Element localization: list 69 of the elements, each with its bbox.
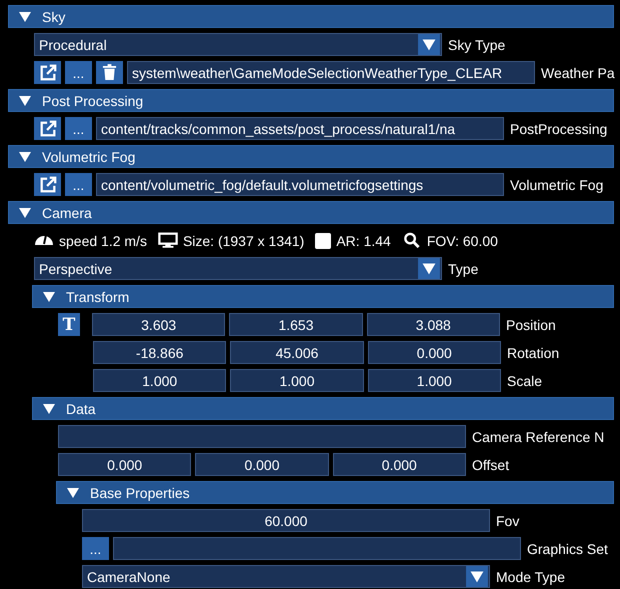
property-label: Volumetric Fog — [510, 176, 604, 192]
gauge-icon — [34, 235, 54, 246]
property-label: Scale — [507, 372, 542, 388]
section-title: Post Processing — [42, 92, 144, 108]
property-label: Camera Reference N — [472, 428, 604, 444]
browse-button[interactable]: ... — [65, 173, 92, 196]
stat-text: Size: (1937 x 1341) — [182, 232, 304, 248]
section-header[interactable]: Post Processing — [8, 89, 614, 112]
dropdown[interactable]: Procedural — [34, 33, 442, 56]
property-label: Type — [448, 260, 478, 276]
property-label: Offset — [472, 456, 510, 472]
section-header[interactable]: Base Properties — [56, 481, 614, 504]
path-field[interactable]: content/volumetric_fog/default.volumetricfogsettings — [96, 173, 504, 196]
external-link-icon — [38, 64, 56, 82]
external-link-icon — [38, 176, 56, 194]
property-label: Mode Type — [496, 568, 566, 584]
number-field[interactable]: 0.000 — [58, 453, 192, 476]
section-header[interactable]: Camera — [8, 201, 614, 224]
stat-text: AR: 1.44 — [336, 232, 391, 248]
property-label: PostProcessing — [510, 120, 608, 136]
section-header[interactable]: Volumetric Fog — [8, 145, 614, 168]
external-link-icon — [38, 120, 56, 138]
section-title: Transform — [66, 288, 130, 304]
dropdown[interactable]: CameraNone — [82, 565, 490, 588]
number-field[interactable]: 0.000 — [195, 453, 329, 476]
monitor-icon — [158, 232, 178, 249]
section-title: Sky — [42, 8, 66, 24]
text-field[interactable] — [58, 425, 466, 448]
number-field[interactable]: 3.603 — [92, 313, 226, 336]
section-title: Volumetric Fog — [42, 148, 136, 164]
search-icon — [402, 232, 422, 249]
property-label: Graphics Set — [527, 540, 608, 556]
delete-button[interactable] — [96, 61, 123, 84]
number-field[interactable]: 0.000 — [368, 341, 501, 364]
number-field[interactable]: -18.866 — [93, 341, 226, 364]
browse-button[interactable]: ... — [65, 117, 92, 140]
browse-button[interactable]: ... — [82, 537, 109, 560]
open-external-button[interactable] — [34, 61, 61, 84]
property-label: Sky Type — [448, 36, 506, 52]
square-icon — [315, 232, 332, 248]
stat-text: speed 1.2 m/s — [59, 232, 147, 248]
browse-button[interactable]: ... — [65, 61, 92, 84]
section-title: Camera — [42, 204, 92, 220]
number-field[interactable]: 1.653 — [229, 313, 363, 336]
section-title: Data — [66, 400, 96, 416]
property-label: Position — [506, 316, 556, 332]
property-label: Fov — [496, 512, 520, 528]
number-field[interactable]: 0.000 — [332, 453, 466, 476]
number-field[interactable]: 1.000 — [368, 369, 501, 392]
trash-icon — [102, 64, 117, 81]
path-field[interactable]: content/tracks/common_assets/post_process/natural1/na — [96, 117, 504, 140]
property-label: Rotation — [507, 344, 560, 360]
section-header[interactable]: Sky — [8, 5, 614, 28]
number-field[interactable]: 60.000 — [82, 509, 490, 532]
section-header[interactable]: Transform — [32, 285, 614, 308]
open-external-button[interactable] — [34, 173, 61, 196]
stat-text: FOV: 60.00 — [426, 232, 498, 248]
number-field[interactable]: 3.088 — [366, 313, 500, 336]
section-header[interactable]: Data — [32, 397, 614, 420]
path-field[interactable]: system\weather\GameModeSelectionWeatherType_CLEAR — [127, 61, 535, 84]
number-field[interactable]: 1.000 — [230, 369, 364, 392]
section-title: Base Properties — [90, 484, 190, 500]
number-field[interactable]: 1.000 — [93, 369, 226, 392]
dropdown[interactable]: Perspective — [34, 257, 442, 280]
open-external-button[interactable] — [34, 117, 61, 140]
number-field[interactable]: 45.006 — [230, 341, 364, 364]
text-button[interactable]: T — [58, 313, 80, 336]
property-label: Weather Pa — [541, 64, 615, 80]
path-field[interactable] — [113, 537, 521, 560]
